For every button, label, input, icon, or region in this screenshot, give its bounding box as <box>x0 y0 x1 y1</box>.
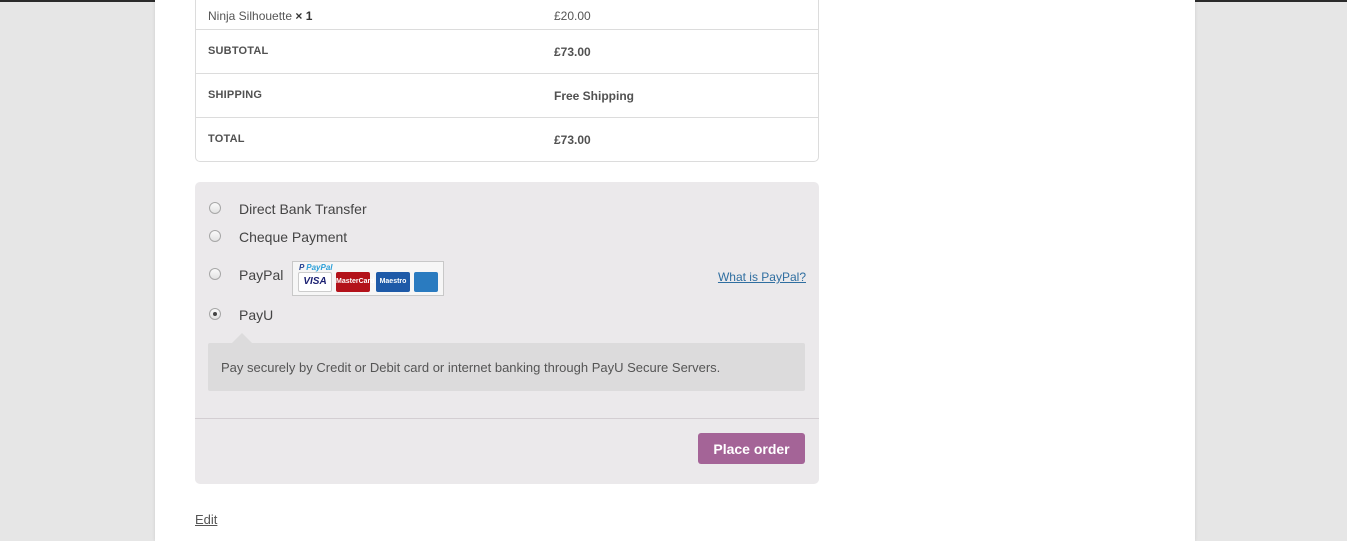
visa-icon: VISA <box>298 272 332 292</box>
item-qty: × 1 <box>295 9 313 23</box>
edit-link[interactable]: Edit <box>195 512 217 527</box>
place-order-button[interactable]: Place order <box>698 433 805 464</box>
shipping-label: SHIPPING <box>208 89 263 101</box>
total-value: £73.00 <box>554 133 591 147</box>
item-price: £20.00 <box>554 9 591 23</box>
bank-transfer-radio[interactable] <box>209 202 221 214</box>
mastercard-icon: MasterCard <box>336 272 375 292</box>
paypal-logo-icon: P PayPal <box>299 263 333 272</box>
item-name-cell: Ninja Silhouette × 1 <box>208 9 312 23</box>
checkout-page: Ninja Silhouette × 1 £20.00 SUBTOTAL £73… <box>155 0 1195 541</box>
total-label: TOTAL <box>208 133 245 145</box>
maestro-icon: Maestro <box>376 272 410 292</box>
subtotal-label: SUBTOTAL <box>208 45 269 57</box>
payu-label[interactable]: PayU <box>239 307 273 323</box>
total-row: TOTAL £73.00 <box>196 117 818 161</box>
item-name: Ninja Silhouette <box>208 9 293 23</box>
order-totals-table: Ninja Silhouette × 1 £20.00 SUBTOTAL £73… <box>195 0 819 162</box>
subtotal-row: SUBTOTAL £73.00 <box>196 29 818 73</box>
paypal-acceptance-logos: P PayPal VISA MasterCard Maestro <box>292 261 444 296</box>
cheque-label[interactable]: Cheque Payment <box>239 229 347 245</box>
payu-description: Pay securely by Credit or Debit card or … <box>221 360 721 375</box>
shipping-value: Free Shipping <box>554 89 635 103</box>
payment-methods-box: Direct Bank Transfer Cheque Payment PayP… <box>195 182 819 484</box>
paypal-label[interactable]: PayPal <box>239 267 283 283</box>
cheque-radio[interactable] <box>209 230 221 242</box>
payu-description-box: Pay securely by Credit or Debit card or … <box>208 333 805 391</box>
paypal-radio[interactable] <box>209 268 221 280</box>
shipping-row: SHIPPING Free Shipping <box>196 73 818 117</box>
payu-radio[interactable] <box>209 308 221 320</box>
amex-icon <box>414 272 438 292</box>
what-is-paypal-link[interactable]: What is PayPal? <box>718 270 806 284</box>
subtotal-value: £73.00 <box>554 45 591 59</box>
bank-transfer-label[interactable]: Direct Bank Transfer <box>239 201 367 217</box>
table-row: Ninja Silhouette × 1 £20.00 <box>196 0 818 29</box>
divider <box>195 418 819 419</box>
